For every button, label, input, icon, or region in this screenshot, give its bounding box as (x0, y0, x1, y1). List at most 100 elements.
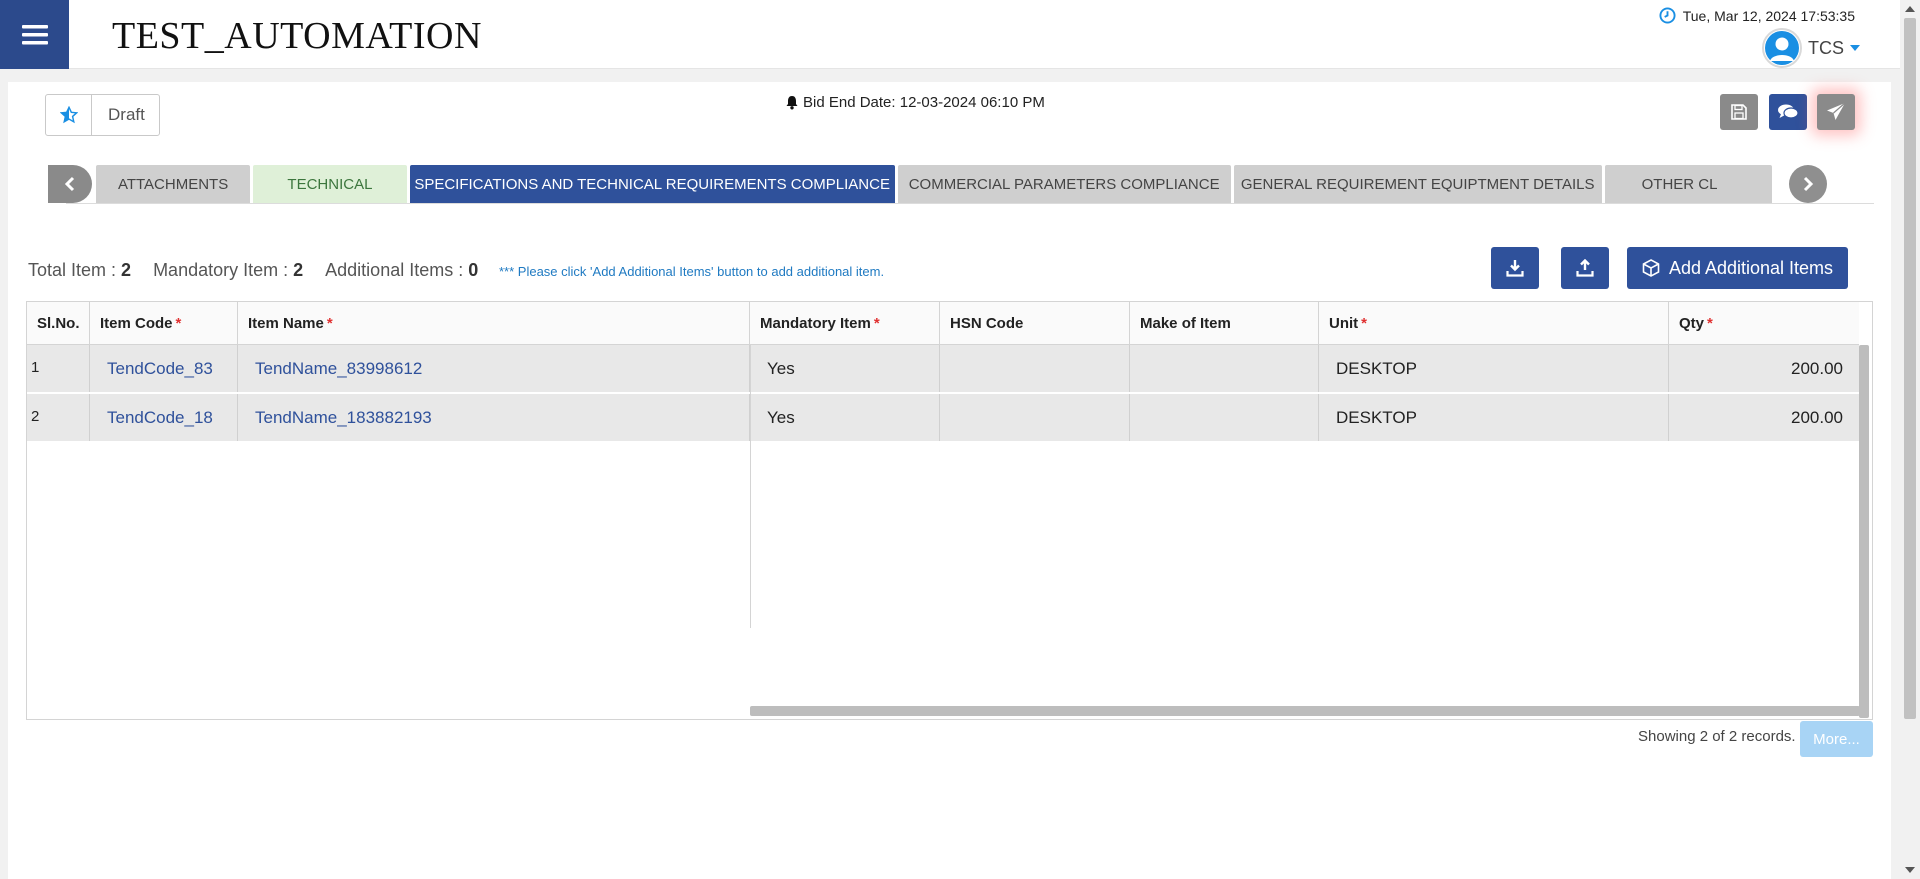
column-label: Sl.No. (37, 314, 80, 332)
required-marker: * (175, 314, 182, 332)
column-label: Qty (1679, 314, 1705, 332)
cell-item-code[interactable]: TendCode_18 (90, 394, 238, 441)
required-marker: * (326, 314, 333, 332)
tab-list: ATTACHMENTS TECHNICAL SPECIFICATIONS AND… (96, 165, 1772, 203)
column-header-qty[interactable]: Qty * (1669, 302, 1859, 344)
mandatory-items-value: 2 (293, 260, 304, 280)
column-label: Item Name (248, 314, 324, 332)
clock-icon (1659, 7, 1676, 24)
app-title: TEST_AUTOMATION (112, 15, 482, 57)
submit-button[interactable] (1817, 94, 1855, 130)
download-icon (1506, 260, 1524, 277)
tabs-scroll-left-button[interactable] (48, 165, 92, 203)
cell-sl-no: 2 (27, 394, 90, 441)
tab-other[interactable]: OTHER CL (1604, 165, 1772, 203)
column-label: Unit (1329, 314, 1359, 332)
user-name: TCS (1808, 37, 1844, 58)
user-avatar-icon (1765, 31, 1799, 65)
more-button[interactable]: More... (1800, 721, 1873, 757)
scroll-down-arrow-icon[interactable] (1905, 867, 1915, 873)
required-marker: * (873, 314, 880, 332)
required-marker: * (1707, 314, 1713, 332)
grid-vertical-scrollbar[interactable] (1859, 345, 1869, 718)
tab-technical[interactable]: TECHNICAL (253, 165, 407, 203)
table-row[interactable]: 2 TendCode_18 TendName_183882193 Yes DES… (27, 394, 1859, 442)
chevron-right-icon (1803, 176, 1814, 192)
cell-unit: DESKTOP (1319, 345, 1669, 392)
add-additional-items-label: Add Additional Items (1668, 257, 1834, 278)
item-summary: Total Item : 2 Mandatory Item : 2 Additi… (28, 260, 500, 281)
cell-mandatory-item: Yes (750, 394, 940, 441)
mandatory-items-label: Mandatory Item : (153, 260, 289, 280)
cube-icon (1642, 259, 1660, 277)
datetime-text: Tue, Mar 12, 2024 17:53:35 (1682, 7, 1855, 24)
caret-down-icon (1850, 45, 1860, 51)
comments-button[interactable] (1769, 94, 1807, 130)
scrollbar-thumb[interactable] (1904, 18, 1916, 719)
page-scrollbar[interactable] (1900, 0, 1920, 879)
total-items-value: 2 (121, 260, 132, 280)
user-menu[interactable]: TCS (1762, 28, 1860, 68)
star-icon (59, 106, 78, 124)
column-header-item-code[interactable]: Item Code * (90, 302, 238, 344)
menu-toggle-button[interactable] (0, 0, 69, 69)
column-label: Mandatory Item (760, 314, 871, 332)
save-button[interactable] (1720, 94, 1758, 130)
tabs-scroll-right-button[interactable] (1789, 165, 1827, 203)
cell-make-of-item[interactable] (1130, 394, 1319, 441)
chevron-left-icon (64, 176, 75, 192)
favorite-button[interactable] (46, 95, 92, 135)
top-header: TEST_AUTOMATION Tue, Mar 12, 2024 17:53:… (0, 0, 1900, 69)
cell-sl-no: 1 (27, 345, 90, 392)
floppy-disk-icon (1731, 104, 1747, 120)
tab-attachments[interactable]: ATTACHMENTS (96, 165, 251, 203)
paper-plane-icon (1827, 102, 1846, 120)
breadcrumb: Draft (45, 94, 160, 136)
column-header-item-name[interactable]: Item Name * (238, 302, 750, 344)
add-additional-items-button[interactable]: Add Additional Items (1627, 247, 1848, 289)
cell-mandatory-item: Yes (750, 345, 940, 392)
additional-items-value: 0 (468, 260, 479, 280)
additional-items-label: Additional Items : (325, 260, 464, 280)
column-header-mandatory-item[interactable]: Mandatory Item * (750, 302, 940, 344)
cell-make-of-item[interactable] (1130, 345, 1319, 392)
column-header-make-of-item[interactable]: Make of Item (1130, 302, 1319, 344)
additional-items: Additional Items : 0 (325, 260, 478, 281)
bell-icon (786, 96, 798, 110)
cell-hsn-code[interactable] (940, 394, 1130, 441)
column-header-sl-no[interactable]: Sl.No. (27, 302, 90, 344)
scroll-up-arrow-icon[interactable] (1905, 6, 1915, 12)
column-header-unit[interactable]: Unit * (1319, 302, 1669, 344)
bid-end-text: Bid End Date: 12-03-2024 06:10 PM (803, 94, 1045, 111)
grid-header: Sl.No. Item Code * Item Name * Mandatory I… (27, 302, 1859, 345)
cell-item-name[interactable]: TendName_183882193 (238, 394, 750, 441)
column-label: Item Code (100, 314, 173, 332)
chat-icon (1778, 104, 1799, 119)
current-datetime: Tue, Mar 12, 2024 17:53:35 (1659, 7, 1855, 24)
cell-qty: 200.00 (1791, 358, 1843, 378)
records-count: Showing 2 of 2 records. (1638, 728, 1796, 745)
upload-button[interactable] (1561, 247, 1609, 289)
items-grid: Sl.No. Item Code * Item Name * Mandatory I… (26, 301, 1873, 720)
tab-general-requirement[interactable]: GENERAL REQUIREMENT EQUIPTMENT DETAILS (1233, 165, 1602, 203)
tab-commercial-parameters[interactable]: COMMERCIAL PARAMETERS COMPLIANCE (897, 165, 1231, 203)
grid-horizontal-scrollbar[interactable] (750, 706, 1860, 716)
cell-item-name[interactable]: TendName_83998612 (238, 345, 750, 392)
column-label: HSN Code (950, 314, 1024, 332)
total-items-label: Total Item : (28, 260, 117, 280)
column-label: Make of Item (1140, 314, 1231, 332)
table-row[interactable]: 1 TendCode_83 TendName_83998612 Yes DESK… (27, 345, 1859, 393)
cell-unit: DESKTOP (1319, 394, 1669, 441)
required-marker: * (1361, 314, 1368, 332)
status-label: Draft (108, 105, 145, 124)
pinned-columns-divider (750, 345, 751, 628)
download-button[interactable] (1491, 247, 1539, 289)
hamburger-icon (21, 24, 48, 44)
additional-items-note: *** Please click 'Add Additional Items' … (499, 264, 885, 279)
cell-hsn-code[interactable] (940, 345, 1130, 392)
cell-item-code[interactable]: TendCode_83 (90, 345, 238, 392)
column-header-hsn-code[interactable]: HSN Code (940, 302, 1130, 344)
tab-specifications-compliance[interactable]: SPECIFICATIONS AND TECHNICAL REQUIREMENT… (409, 165, 895, 203)
avatar (1762, 28, 1802, 68)
cell-qty: 200.00 (1791, 407, 1843, 427)
